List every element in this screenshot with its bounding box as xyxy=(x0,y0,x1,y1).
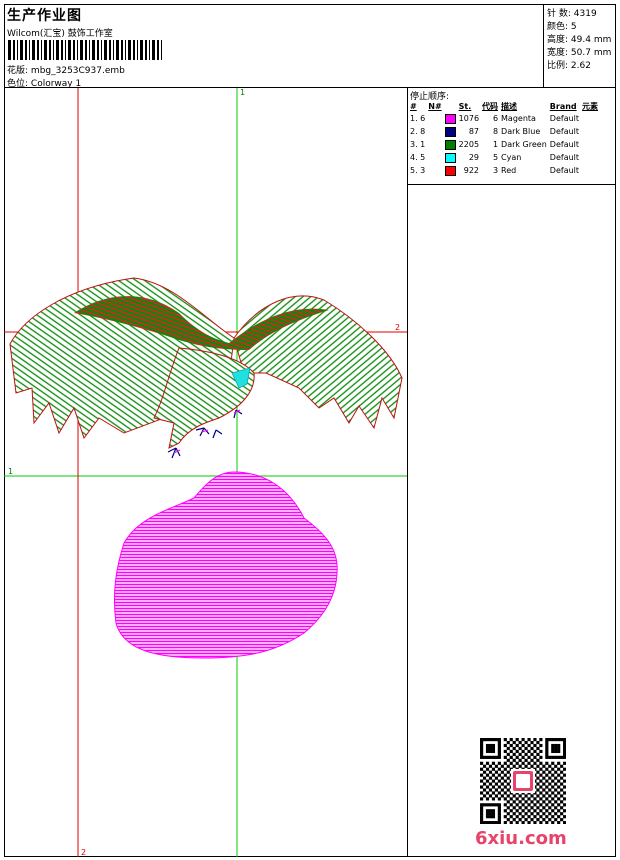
stat-height: 高度: 49.4 mm xyxy=(547,32,611,45)
table-row: 3. 1 2205 1 Dark Green Default xyxy=(410,138,601,151)
cell-element xyxy=(582,125,601,138)
stat-label: 颜色: xyxy=(547,22,569,32)
stat-value: 49.4 mm xyxy=(570,35,612,45)
embroidery-canvas: 1 1 2 2 xyxy=(4,88,407,857)
stat-value: 5 xyxy=(570,22,577,32)
cell-needle xyxy=(428,125,444,138)
table-row: 4. 5 29 5 Cyan Default xyxy=(410,151,601,164)
cell-swatch xyxy=(444,151,459,164)
cell-stitches: 1076 xyxy=(458,114,480,123)
stat-value: 50.7 mm xyxy=(570,48,612,58)
cell-element xyxy=(582,151,601,164)
cell-needle xyxy=(428,138,444,151)
design-label: 花版: xyxy=(7,66,29,76)
cell-stop: 3. 1 xyxy=(410,140,426,149)
col-code: 代码 xyxy=(482,101,499,111)
cell-brand: Default xyxy=(549,127,580,136)
cell-desc: Dark Green xyxy=(501,140,547,149)
watermark-logo: 6xiu.com xyxy=(475,828,567,849)
cell-brand: Default xyxy=(549,140,580,149)
stat-colors: 颜色: 5 xyxy=(547,19,577,32)
header-info: 生产作业图 Wilcom(汇宝) 鼓饰工作室 花版: mbg_3253C937.… xyxy=(4,4,544,89)
color-swatch xyxy=(444,139,456,150)
cell-code: 5 xyxy=(492,153,499,162)
cell-stop: 4. 5 xyxy=(410,153,426,162)
cell-brand: Default xyxy=(549,166,580,175)
color-swatch xyxy=(444,152,456,163)
cell-code: 8 xyxy=(492,127,499,136)
stat-label: 比例: xyxy=(547,61,569,71)
page-title: 生产作业图 xyxy=(7,8,82,24)
cell-desc: Red xyxy=(501,166,517,175)
stat-stitches: 针 数: 4319 xyxy=(547,6,597,19)
cell-brand: Default xyxy=(549,153,580,162)
design-stats: 针 数: 4319 颜色: 5 高度: 49.4 mm 宽度: 50.7 mm … xyxy=(544,4,616,88)
cell-code: 3 xyxy=(492,166,499,175)
cell-desc: Dark Blue xyxy=(501,127,541,136)
guide-label-top: 1 xyxy=(240,88,245,97)
cell-stitches: 922 xyxy=(463,166,480,175)
design-file: mbg_3253C937.emb xyxy=(30,66,125,76)
guide-label-right: 2 xyxy=(395,323,400,332)
cell-swatch xyxy=(444,112,459,125)
stat-label: 高度: xyxy=(547,35,569,45)
cell-desc: Cyan xyxy=(501,153,522,162)
cell-swatch xyxy=(444,138,459,151)
cell-needle xyxy=(428,112,444,125)
barcode xyxy=(8,40,162,60)
color-swatch xyxy=(444,113,456,124)
cell-brand: Default xyxy=(549,114,580,123)
cell-code: 1 xyxy=(492,140,499,149)
cell-desc: Magenta xyxy=(501,114,536,123)
cell-stitches: 2205 xyxy=(458,140,480,149)
cell-stop: 5. 3 xyxy=(410,166,426,175)
col-stitches: St. xyxy=(458,101,472,111)
magenta-fill-shape xyxy=(113,471,338,659)
cell-stitches: 87 xyxy=(468,127,480,136)
col-stop: # xyxy=(410,101,417,111)
col-swatch xyxy=(445,100,459,112)
stop-sequence-table: # N# St. 代码 描述 Brand 元素 1. 6 1076 6 Magenta… xyxy=(410,100,601,177)
cell-swatch xyxy=(444,125,459,138)
col-element: 元素 xyxy=(582,101,599,111)
design-file-row: 花版: mbg_3253C937.emb xyxy=(7,63,125,76)
qr-code xyxy=(480,738,566,824)
cell-stop: 1. 6 xyxy=(410,114,426,123)
stat-width: 宽度: 50.7 mm xyxy=(547,45,611,58)
cell-needle xyxy=(428,151,444,164)
company-name: Wilcom(汇宝) 鼓饰工作室 xyxy=(7,29,113,39)
stat-value: 2.62 xyxy=(570,61,591,71)
stat-scale: 比例: 2.62 xyxy=(547,58,591,71)
design-preview: 1 1 2 2 xyxy=(4,88,408,857)
cell-needle xyxy=(428,164,444,177)
cell-swatch xyxy=(444,164,459,177)
cell-stop: 2. 8 xyxy=(410,127,426,136)
table-row: 2. 8 87 8 Dark Blue Default xyxy=(410,125,601,138)
col-brand: Brand xyxy=(549,101,577,111)
cell-code: 6 xyxy=(492,114,499,123)
stat-label: 针 数: xyxy=(547,9,571,19)
stat-label: 宽度: xyxy=(547,48,569,58)
cell-element xyxy=(582,112,601,125)
stat-value: 4319 xyxy=(573,9,597,19)
eagle-design xyxy=(9,277,403,459)
color-swatch xyxy=(444,165,456,176)
table-row: 1. 6 1076 6 Magenta Default xyxy=(410,112,601,125)
guide-label-bottom: 2 xyxy=(81,848,86,857)
stop-sequence-panel: 停止顺序: # N# St. 代码 描述 Brand 元素 1. 6 1076 6 M… xyxy=(408,88,616,185)
cell-stitches: 29 xyxy=(468,153,480,162)
col-needle: N# xyxy=(428,101,442,111)
table-header-row: # N# St. 代码 描述 Brand 元素 xyxy=(410,100,601,112)
cell-element xyxy=(582,164,601,177)
cell-element xyxy=(582,138,601,151)
table-row: 5. 3 922 3 Red Default xyxy=(410,164,601,177)
color-swatch xyxy=(444,126,456,137)
guide-label-left: 1 xyxy=(8,467,13,476)
col-desc: 描述 xyxy=(501,101,518,111)
